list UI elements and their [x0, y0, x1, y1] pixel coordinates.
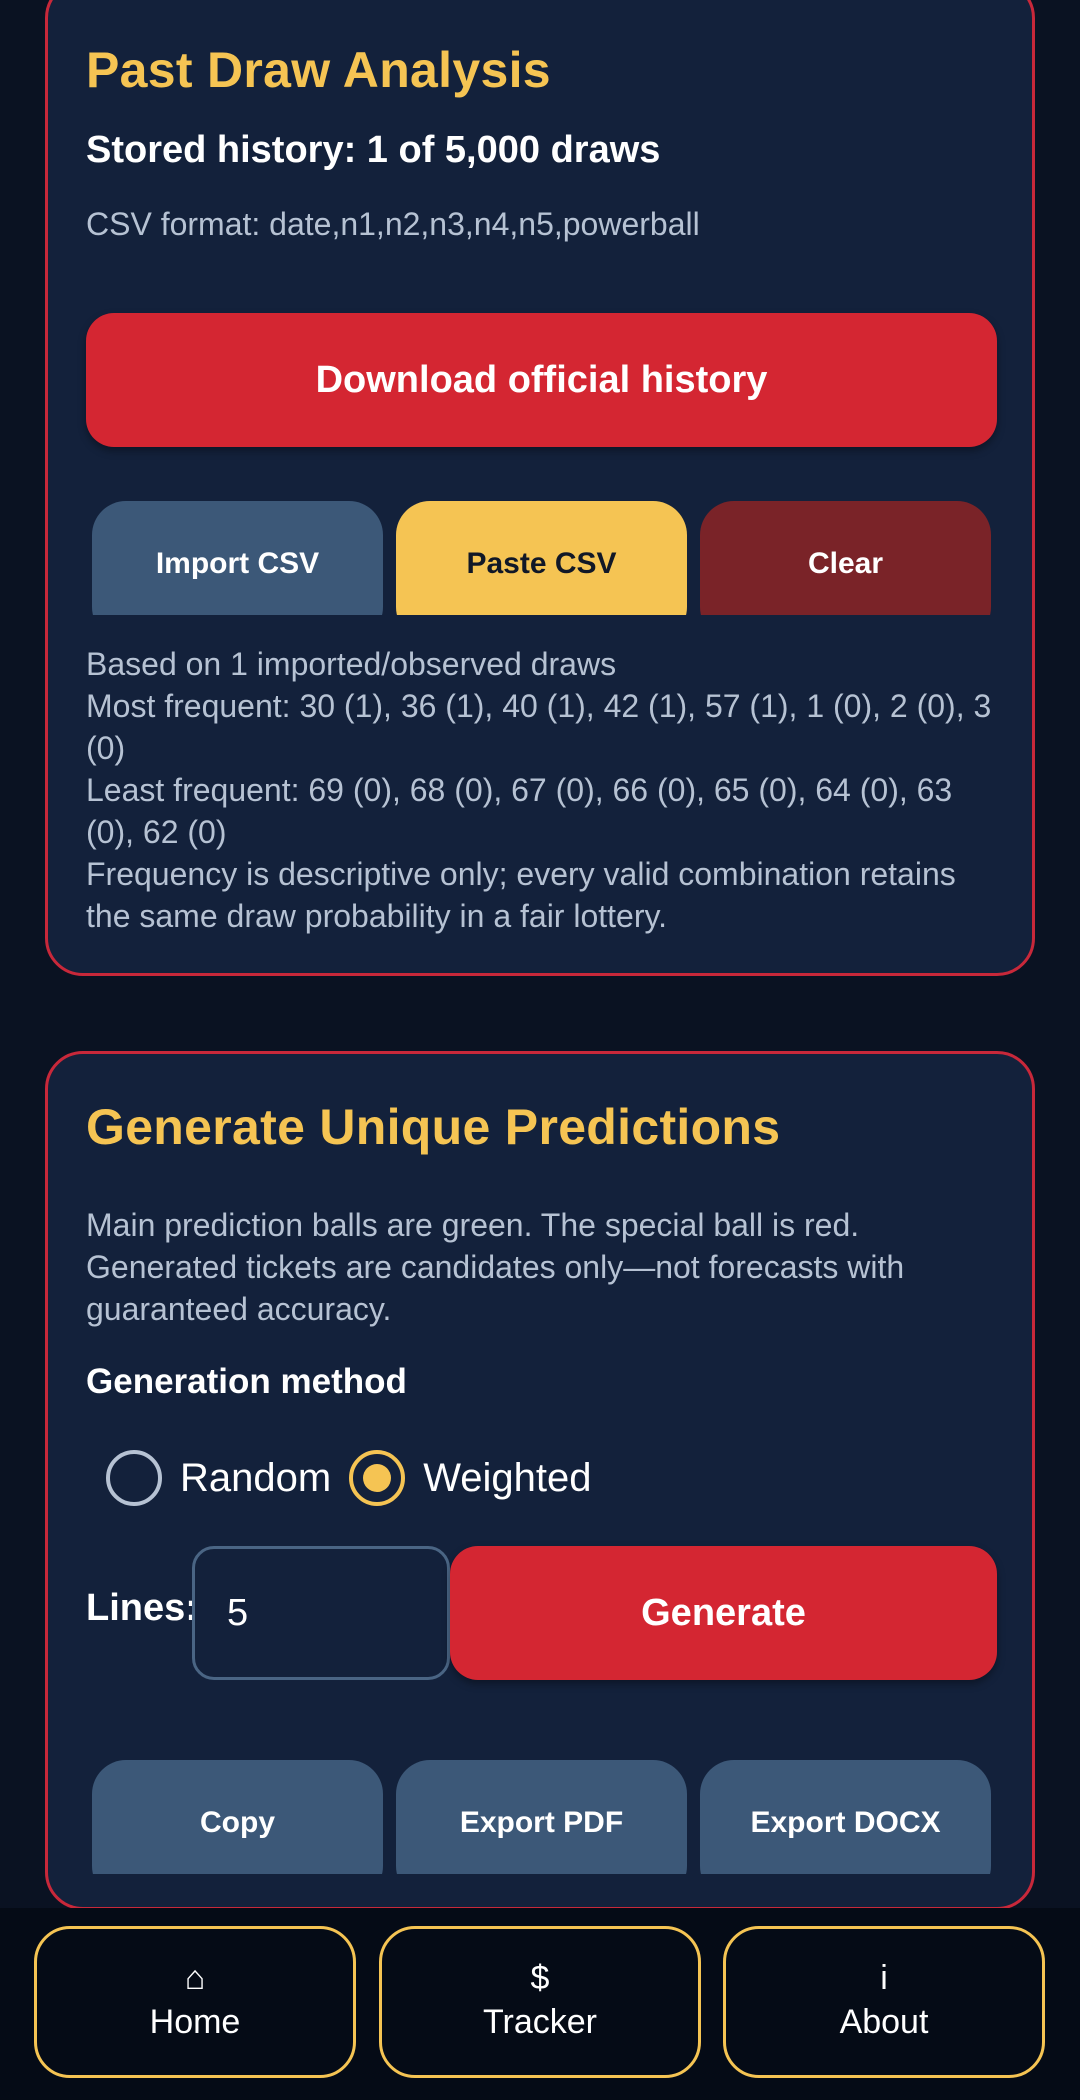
past-draw-analysis-card: Past Draw Analysis Stored history: 1 of …	[45, 0, 1035, 976]
stats-most-frequent: Most frequent: 30 (1), 36 (1), 40 (1), 4…	[86, 688, 992, 766]
export-button-row: Copy Export PDF Export DOCX	[92, 1760, 991, 1874]
nav-about-label: About	[839, 2003, 929, 2041]
lines-input[interactable]	[192, 1546, 450, 1680]
generate-description: Main prediction balls are green. The spe…	[86, 1207, 905, 1327]
export-pdf-button[interactable]: Export PDF	[396, 1760, 687, 1874]
copy-button[interactable]: Copy	[92, 1760, 383, 1874]
nav-home[interactable]: ⌂ Home	[34, 1926, 356, 2078]
generation-method-label: Generation method	[86, 1362, 407, 1401]
weighted-radio[interactable]	[349, 1450, 406, 1506]
nav-about[interactable]: i About	[723, 1926, 1045, 2078]
csv-format-hint: CSV format: date,n1,n2,n3,n4,n5,powerbal…	[86, 206, 700, 242]
bottom-nav: ⌂ Home $ Tracker i About	[0, 1908, 1080, 2100]
home-icon: ⌂	[184, 1959, 206, 1997]
dollar-icon: $	[530, 1959, 550, 1997]
generate-button[interactable]: Generate	[450, 1546, 997, 1680]
download-history-button[interactable]: Download official history	[86, 313, 997, 447]
history-button-row: Import CSV Paste CSV Clear	[92, 501, 991, 615]
frequency-stats: Based on 1 imported/observed draws Most …	[86, 643, 1006, 937]
weighted-radio-label[interactable]: Weighted	[423, 1456, 591, 1501]
nav-home-label: Home	[149, 2003, 241, 2041]
stats-least-frequent: Least frequent: 69 (0), 68 (0), 67 (0), …	[86, 772, 953, 850]
random-radio[interactable]	[106, 1450, 162, 1506]
history-title: Past Draw Analysis	[86, 42, 551, 98]
nav-tracker[interactable]: $ Tracker	[379, 1926, 701, 2078]
random-radio-label[interactable]: Random	[180, 1456, 331, 1501]
stored-history-count: Stored history: 1 of 5,000 draws	[86, 129, 661, 171]
generation-method-options: Random Weighted	[106, 1448, 609, 1508]
lines-label: Lines:	[86, 1587, 198, 1629]
stats-disclaimer: Frequency is descriptive only; every val…	[86, 856, 956, 934]
generate-predictions-card: Generate Unique Predictions Main predict…	[45, 1051, 1035, 1910]
info-icon: i	[880, 1959, 888, 1997]
clear-history-button[interactable]: Clear	[700, 501, 991, 615]
export-docx-button[interactable]: Export DOCX	[700, 1760, 991, 1874]
nav-tracker-label: Tracker	[483, 2003, 597, 2041]
stats-based-on: Based on 1 imported/observed draws	[86, 646, 617, 682]
paste-csv-button[interactable]: Paste CSV	[396, 501, 687, 615]
generate-title: Generate Unique Predictions	[86, 1099, 781, 1155]
import-csv-button[interactable]: Import CSV	[92, 501, 383, 615]
